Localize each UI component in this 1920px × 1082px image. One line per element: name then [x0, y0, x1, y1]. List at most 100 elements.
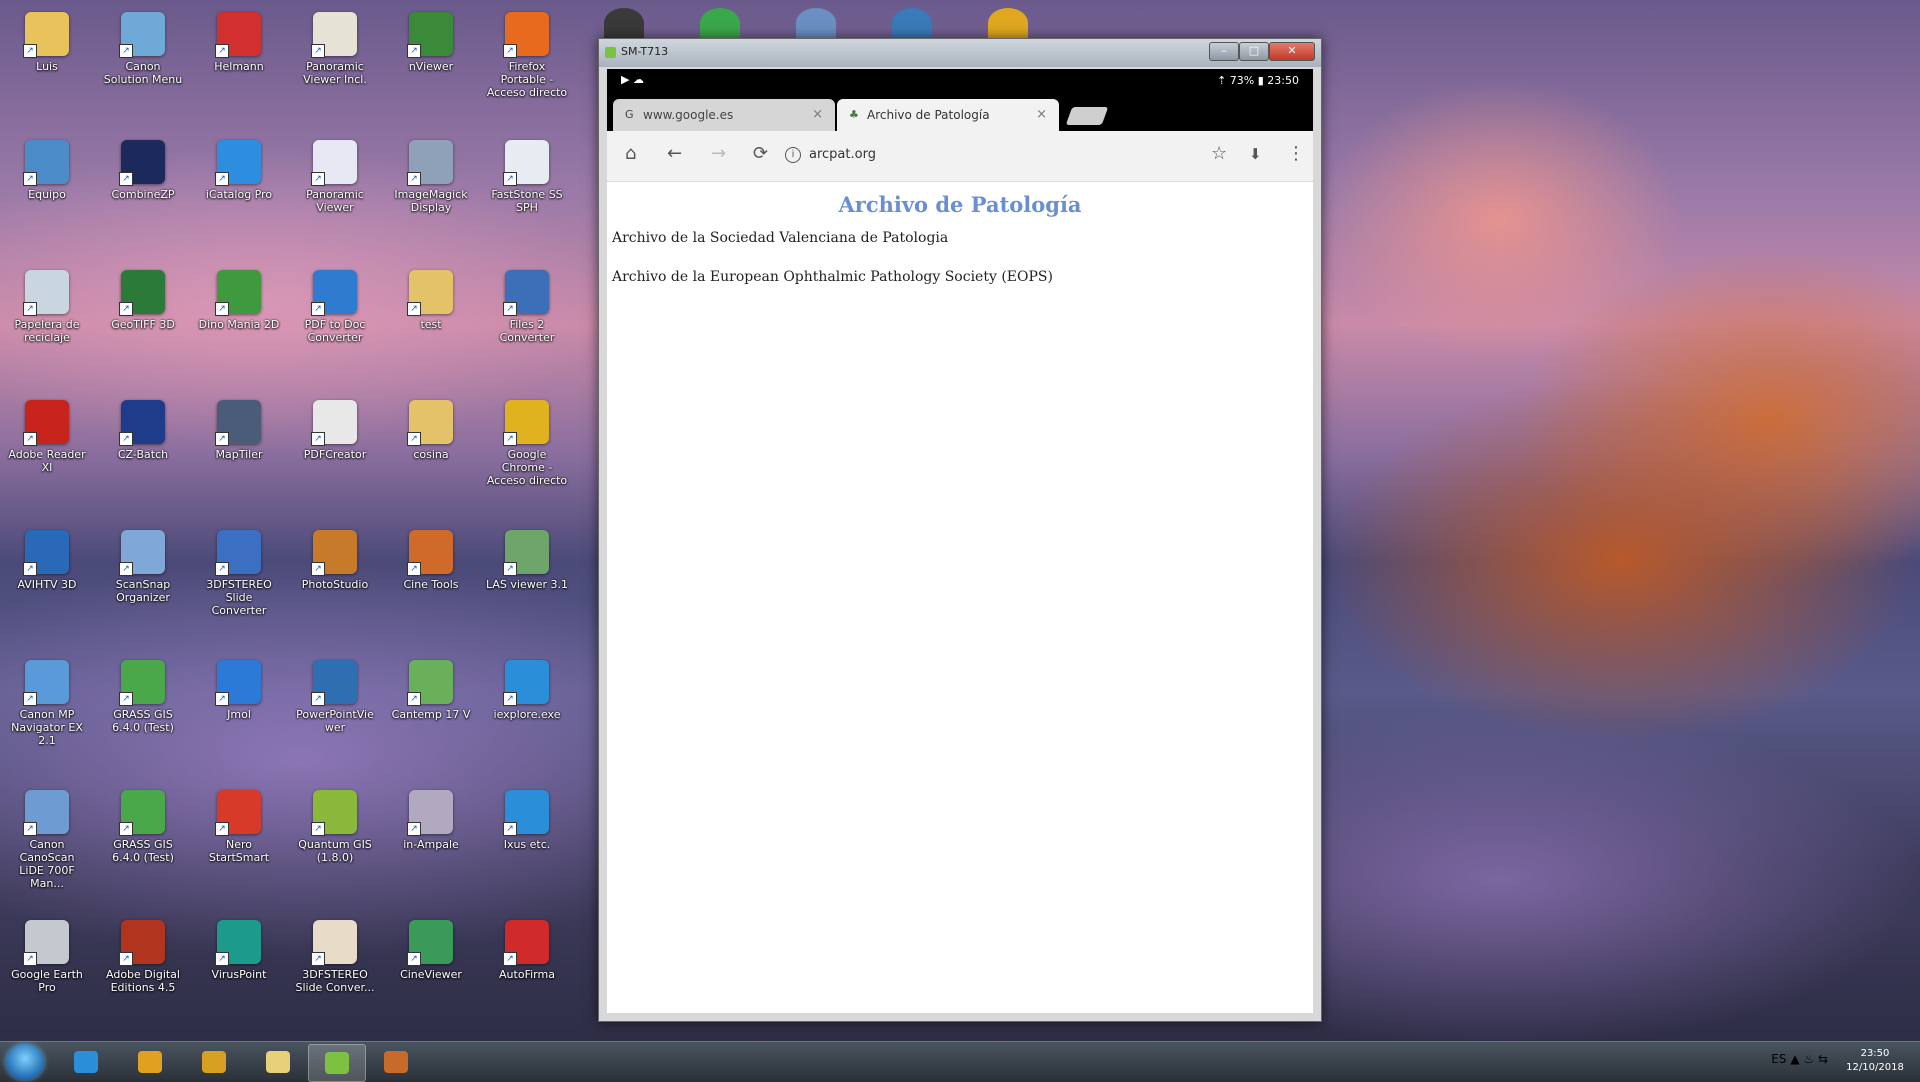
desktop-icon[interactable]: ↗ Adobe Reader XI	[4, 394, 90, 512]
tab-google[interactable]: G www.google.es ×	[613, 99, 835, 131]
shortcut-arrow-icon: ↗	[119, 432, 133, 446]
url-text[interactable]: arcpat.org	[809, 147, 876, 162]
desktop-icon[interactable]: ↗ ScanSnap Organizer	[100, 524, 186, 642]
address-bar[interactable]: i arcpat.org	[785, 144, 1085, 168]
desktop-icon[interactable]: ↗ PDF to Doc Converter	[292, 264, 378, 382]
desktop-icon[interactable]: ↗ Canon Solution Menu	[100, 6, 186, 124]
desktop-icon-label: LAS viewer 3.1	[486, 578, 568, 591]
minimize-button[interactable]: –	[1209, 42, 1239, 61]
taskbar-app-explorer[interactable]	[250, 1044, 306, 1080]
menu-icon[interactable]: ⋮	[1287, 143, 1305, 164]
app-icon: ↗	[23, 400, 69, 446]
desktop-icon[interactable]: ↗ Google Earth Pro	[4, 914, 90, 1032]
game-icon	[384, 1051, 408, 1073]
desktop-icon[interactable]: ↗ 3DFSTEREO Slide Conver...	[292, 914, 378, 1032]
desktop-icon[interactable]: ↗ VirusPoint	[196, 914, 282, 1032]
desktop-icon[interactable]: ↗ CineViewer	[388, 914, 474, 1032]
desktop-icon[interactable]: ↗ cosina	[388, 394, 474, 512]
desktop-icon[interactable]: ↗ Quantum GIS (1.8.0)	[292, 784, 378, 902]
desktop-icon[interactable]: ↗ Cine Tools	[388, 524, 474, 642]
desktop-icon[interactable]: ↗ AVIHTV 3D	[4, 524, 90, 642]
desktop-icon[interactable]: ↗ Firefox Portable - Acceso directo	[484, 6, 570, 124]
close-button[interactable]: ✕	[1269, 42, 1315, 61]
desktop-icon[interactable]: ↗ Ixus etc.	[484, 784, 570, 902]
desktop-icon[interactable]: ↗ Cantemp 17 V	[388, 654, 474, 772]
shortcut-arrow-icon: ↗	[23, 692, 37, 706]
info-icon[interactable]: i	[785, 147, 801, 163]
desktop-icon[interactable]: ↗ Jmol	[196, 654, 282, 772]
desktop-icon[interactable]: ↗ Panoramic Viewer Incl.	[292, 6, 378, 124]
desktop-icon[interactable]: ↗ iCatalog Pro	[196, 134, 282, 252]
forward-icon[interactable]: →	[711, 143, 726, 164]
desktop-icon[interactable]: ↗ nViewer	[388, 6, 474, 124]
system-tray-icons[interactable]: ES ▲ ♨ ⇆	[1771, 1052, 1828, 1066]
desktop-icon[interactable]: ↗ MapTiler	[196, 394, 282, 512]
desktop-icon[interactable]: ↗ Google Chrome - Acceso directo	[484, 394, 570, 512]
app-icon: ↗	[119, 400, 165, 446]
desktop-icon[interactable]: ↗ Helmann	[196, 6, 282, 124]
start-button[interactable]	[6, 1044, 44, 1080]
desktop-icon[interactable]: ↗ in-Ampale	[388, 784, 474, 902]
desktop-icon[interactable]: ↗ Files 2 Converter	[484, 264, 570, 382]
app-icon: ↗	[311, 530, 357, 576]
desktop-icon[interactable]: ↗ Panoramic Viewer	[292, 134, 378, 252]
desktop-icon[interactable]	[700, 8, 740, 38]
desktop-icon[interactable]	[892, 8, 932, 38]
desktop-icon[interactable]	[988, 8, 1028, 38]
tab-archivo-patologia[interactable]: ♣ Archivo de Patología ×	[837, 99, 1059, 131]
desktop-icon[interactable]: ↗ PDFCreator	[292, 394, 378, 512]
desktop-icon-label: Canon MP Navigator EX 2.1	[11, 708, 83, 747]
maximize-button[interactable]: □	[1239, 42, 1269, 61]
language-indicator[interactable]: ES	[1771, 1052, 1786, 1066]
home-icon[interactable]: ⌂	[625, 143, 636, 164]
chrome-icon	[202, 1051, 226, 1073]
emulator-titlebar[interactable]: SM-T713 – □ ✕	[599, 39, 1321, 67]
app-icon: ↗	[215, 920, 261, 966]
taskbar-clock[interactable]: 23:50 12/10/2018	[1840, 1047, 1910, 1075]
desktop-icon[interactable]: ↗ ImageMagick Display	[388, 134, 474, 252]
tab-close-icon[interactable]: ×	[812, 107, 823, 122]
desktop-icon[interactable]: ↗ CombineZP	[100, 134, 186, 252]
desktop-icon[interactable]: ↗ CZ-Batch	[100, 394, 186, 512]
desktop-icon[interactable]	[796, 8, 836, 38]
bookmark-star-icon[interactable]: ☆	[1211, 143, 1227, 164]
app-icon: ↗	[23, 920, 69, 966]
desktop-icon[interactable]: ↗ FastStone SS SPH	[484, 134, 570, 252]
tab-close-icon[interactable]: ×	[1036, 107, 1047, 122]
clock-time: 23:50	[1860, 1048, 1890, 1059]
desktop-icon[interactable]: ↗ GRASS GIS 6.4.0 (Test)	[100, 784, 186, 902]
desktop-icon[interactable]: ↗ Luis	[4, 6, 90, 124]
taskbar-app-chrome[interactable]	[186, 1044, 242, 1080]
new-tab-button[interactable]	[1065, 107, 1109, 125]
desktop-icon[interactable]: ↗ Papelera de reciclaje	[4, 264, 90, 382]
taskbar-app-ie[interactable]	[58, 1044, 114, 1080]
desktop-icon[interactable]: ↗ Canon MP Navigator EX 2.1	[4, 654, 90, 772]
desktop-icon[interactable]: ↗ Dino Mania 2D	[196, 264, 282, 382]
taskbar-app-media[interactable]	[122, 1044, 178, 1080]
desktop-icon[interactable]: ↗ 3DFSTEREO Slide Converter	[196, 524, 282, 642]
desktop-icon[interactable]: ↗ iexplore.exe	[484, 654, 570, 772]
desktop-icon[interactable]: ↗ PowerPointViewer	[292, 654, 378, 772]
desktop-icon[interactable]: ↗ AutoFirma	[484, 914, 570, 1032]
link-eops[interactable]: Archivo de la European Ophthalmic Pathol…	[612, 269, 1053, 285]
desktop-icon[interactable]: ↗ LAS viewer 3.1	[484, 524, 570, 642]
desktop-icon[interactable]: ↗ test	[388, 264, 474, 382]
desktop-icon[interactable]: ↗ GeoTIFF 3D	[100, 264, 186, 382]
clock-date: 12/10/2018	[1846, 1062, 1904, 1073]
desktop-icon[interactable]: ↗ GRASS GIS 6.4.0 (Test)	[100, 654, 186, 772]
media-icon	[138, 1051, 162, 1073]
taskbar-app-game[interactable]	[368, 1044, 424, 1080]
reload-icon[interactable]: ⟳	[753, 143, 768, 164]
link-sociedad-valenciana[interactable]: Archivo de la Sociedad Valenciana de Pat…	[612, 230, 948, 246]
back-icon[interactable]: ←	[667, 143, 682, 164]
desktop-icon[interactable]: ↗ Adobe Digital Editions 4.5	[100, 914, 186, 1032]
desktop-icon[interactable]: ↗ Canon CanoScan LiDE 700F Man...	[4, 784, 90, 902]
desktop-icon[interactable]: ↗ Nero StartSmart	[196, 784, 282, 902]
desktop-icon[interactable]	[604, 8, 644, 38]
taskbar-app-android[interactable]	[308, 1044, 366, 1082]
desktop-icon-label: Firefox Portable - Acceso directo	[486, 60, 568, 99]
tray-icons[interactable]: ▲ ♨ ⇆	[1790, 1052, 1828, 1066]
desktop-icon[interactable]: ↗ PhotoStudio	[292, 524, 378, 642]
download-icon[interactable]: ⬇	[1249, 145, 1262, 163]
desktop-icon[interactable]: ↗ Equipo	[4, 134, 90, 252]
